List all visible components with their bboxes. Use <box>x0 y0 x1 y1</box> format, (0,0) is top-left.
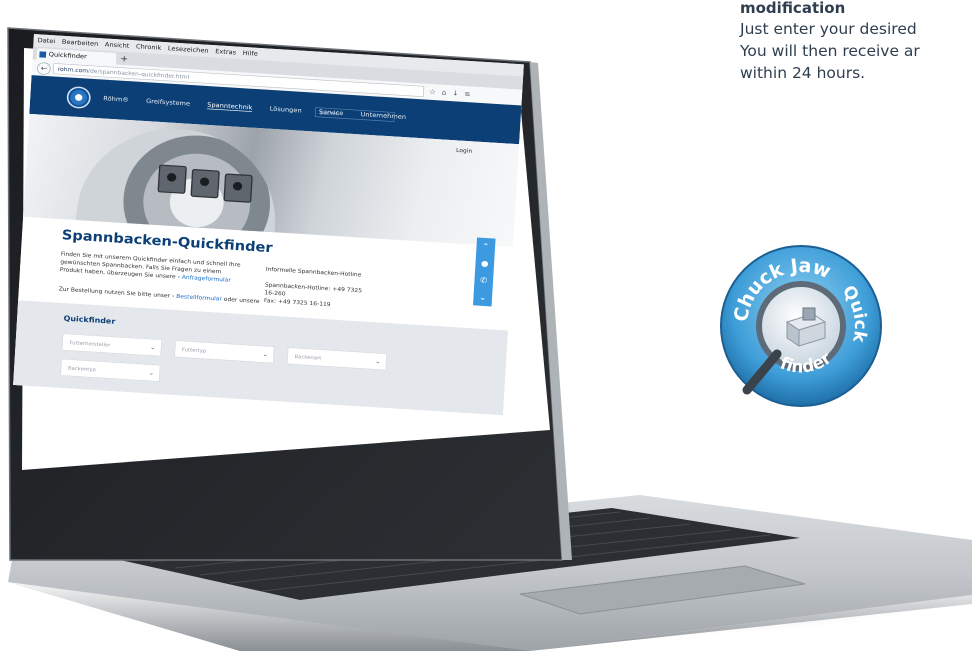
select-value: Backenart <box>294 353 322 361</box>
chevron-down-icon[interactable]: ⌄ <box>479 293 487 303</box>
menu-item[interactable]: Datei <box>37 37 55 45</box>
browser-toolbar: ☆ ⌂ ↓ ≡ <box>429 88 471 98</box>
nav-item-spanntechnik[interactable]: Spanntechnik <box>207 101 253 112</box>
intro-text: Finden Sie mit unserem Quickfinder einfa… <box>60 251 247 286</box>
menu-icon[interactable]: ≡ <box>464 90 471 98</box>
chuck-jaw-image <box>190 168 220 199</box>
site-page: Röhm® Greifsysteme Spanntechnik Lösungen… <box>13 75 522 416</box>
select-value: Futtertyp <box>181 346 207 354</box>
home-icon[interactable]: ⌂ <box>441 88 446 96</box>
url-host: rohm.com <box>57 66 89 75</box>
favicon-icon <box>39 51 47 58</box>
login-link[interactable]: Login <box>456 148 472 155</box>
star-icon[interactable]: ☆ <box>429 88 436 96</box>
back-arrow-icon[interactable]: ← <box>36 62 51 76</box>
hotline-title: Informelle Spannbacken-Hotline <box>265 266 362 279</box>
order-lead: Zur Bestellung nutzen Sie bitte unser <box>58 286 171 300</box>
chevron-down-icon: ⌄ <box>148 369 155 377</box>
nav-item-greifsysteme[interactable]: Greifsysteme <box>146 98 190 108</box>
jaw-kind-select[interactable]: Backenart ⌄ <box>286 347 388 371</box>
menu-item[interactable]: Hilfe <box>243 50 258 58</box>
tab-title: Quickfinder <box>48 51 88 61</box>
chevron-down-icon: ⌄ <box>149 344 156 352</box>
new-tab-icon[interactable]: + <box>120 54 128 64</box>
menu-item[interactable]: Lesezeichen <box>168 45 209 54</box>
order-text: Zur Bestellung nutzen Sie bitte unser › … <box>58 286 270 305</box>
nav-item-home[interactable]: Röhm® <box>103 95 129 104</box>
page-title: Spannbacken-Quickfinder <box>61 227 274 256</box>
rohm-logo-icon[interactable] <box>66 85 92 110</box>
side-quick-widget: ⌃ ● ✆ ⌄ <box>472 237 496 307</box>
menu-item[interactable]: Chronik <box>136 43 162 51</box>
download-icon[interactable]: ↓ <box>452 89 459 97</box>
chuck-type-select[interactable]: Futtertyp ⌄ <box>174 340 275 364</box>
user-icon[interactable]: ● <box>481 259 489 269</box>
chevron-down-icon: ⌄ <box>374 358 381 366</box>
chuck-jaw-image <box>223 173 253 203</box>
select-value: Backentyp <box>67 365 96 373</box>
quickfinder-title: Quickfinder <box>63 313 116 326</box>
chevron-up-icon[interactable]: ⌃ <box>482 242 490 252</box>
browser-window: Datei Bearbeiten Ansicht Chronik Lesezei… <box>13 34 524 416</box>
menu-item[interactable]: Bearbeiten <box>62 38 99 47</box>
menu-item[interactable]: Ansicht <box>105 41 130 49</box>
order-form-link[interactable]: › Bestellformular <box>172 293 222 302</box>
menu-item[interactable]: Extras <box>215 48 236 56</box>
chevron-down-icon: ⌄ <box>262 351 269 359</box>
order-tail: oder unsere <box>223 296 260 305</box>
manufacturer-select[interactable]: Futterhersteller ⌄ <box>61 333 162 357</box>
quickfinder-badge: Chuck Jaw Quick finder <box>720 245 885 407</box>
chuck-jaw-image <box>157 164 187 194</box>
phone-icon[interactable]: ✆ <box>480 276 488 286</box>
select-value: Futterhersteller <box>69 339 111 348</box>
inquiry-form-link[interactable]: › Anfrageformular <box>177 274 231 283</box>
jaw-type-select[interactable]: Backentyp ⌄ <box>60 358 161 382</box>
site-search-input[interactable]: Suchen <box>314 107 395 122</box>
nav-item-loesungen[interactable]: Lösungen <box>269 106 301 115</box>
hotline-box: Informelle Spannbacken-Hotline Spannback… <box>264 266 372 312</box>
